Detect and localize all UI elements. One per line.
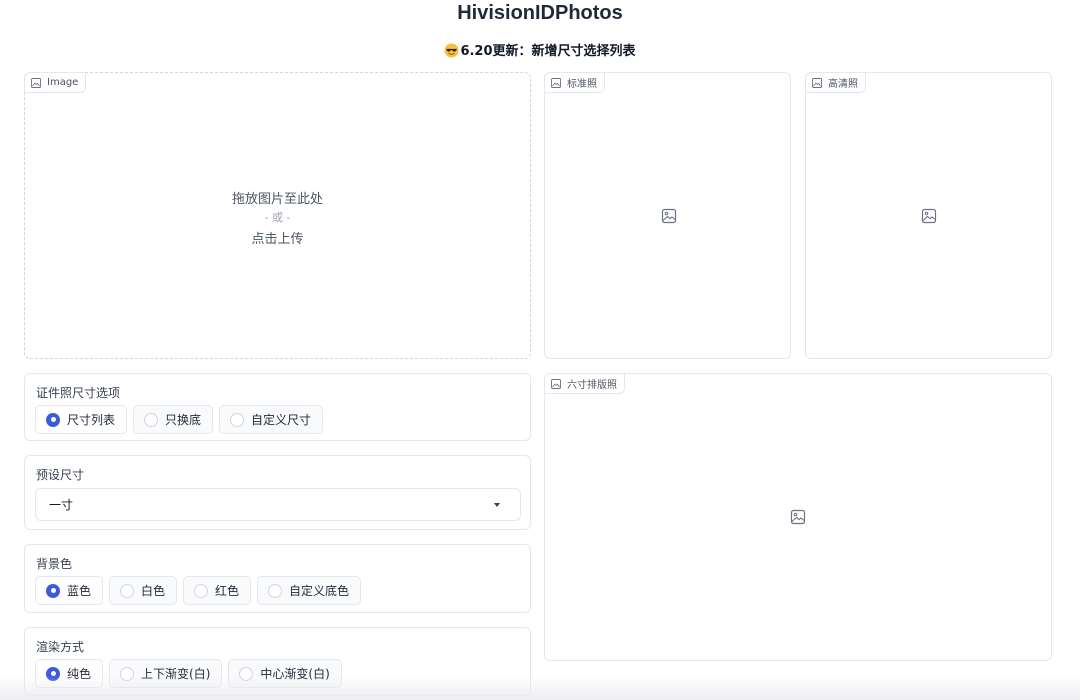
or-separator: - 或 -: [264, 211, 291, 224]
background-color-group: 背景色 蓝色 白色 红色 自定义底色: [24, 544, 531, 613]
hd-photo-label-text: 高清照: [828, 79, 858, 90]
drop-here-text: 拖放图片至此处: [231, 192, 323, 207]
radio-unchecked-icon: [239, 666, 254, 681]
radio-unchecked-icon: [120, 666, 135, 681]
image-placeholder-icon: [790, 509, 806, 525]
radio-checked-icon: [46, 583, 60, 598]
radio-red[interactable]: 红色: [183, 576, 252, 605]
image-icon: [812, 77, 822, 88]
radio-checked-icon: [46, 666, 60, 681]
radio-custom-color[interactable]: 自定义底色: [257, 576, 362, 605]
sunglasses-emoji-icon: [444, 43, 459, 58]
preset-size-group: 预设尺寸 一寸: [24, 455, 531, 530]
radio-label: 只换底: [165, 413, 202, 427]
radio-unchecked-icon: [144, 412, 159, 427]
render-mode-radios: 纯色 上下渐变(白) 中心渐变(白): [35, 659, 342, 688]
radio-center-gradient[interactable]: 中心渐变(白): [228, 659, 342, 688]
image-upload-label: Image: [24, 72, 87, 93]
radio-custom-size[interactable]: 自定义尺寸: [219, 405, 324, 434]
layout-photo-label: 六寸排版照: [544, 373, 625, 394]
image-icon: [551, 378, 561, 389]
radio-label: 尺寸列表: [67, 413, 116, 427]
radio-checked-icon: [46, 412, 60, 427]
radio-unchecked-icon: [120, 583, 135, 598]
standard-photo-label: 标准照: [544, 72, 605, 93]
image-icon: [31, 77, 41, 88]
image-upload-label-text: Image: [47, 77, 79, 88]
radio-label: 纯色: [67, 667, 92, 681]
preset-size-value: 一寸: [49, 498, 74, 512]
layout-photo-output: 六寸排版照: [544, 373, 1052, 661]
radio-label: 红色: [215, 584, 240, 598]
app-title: HivisionIDPhotos: [457, 2, 623, 24]
radio-label: 蓝色: [67, 584, 92, 598]
radio-vertical-gradient[interactable]: 上下渐变(白): [109, 659, 223, 688]
radio-label: 自定义尺寸: [251, 413, 312, 427]
background-color-radios: 蓝色 白色 红色 自定义底色: [35, 576, 362, 605]
dropdown-caret-icon: [494, 503, 500, 507]
radio-label: 自定义底色: [289, 584, 350, 598]
render-mode-label: 渲染方式: [36, 640, 85, 654]
render-mode-group: 渲染方式 纯色 上下渐变(白) 中心渐变(白): [24, 627, 531, 696]
background-color-label: 背景色: [36, 557, 73, 571]
layout-photo-label-text: 六寸排版照: [567, 380, 617, 391]
size-options-group: 证件照尺寸选项 尺寸列表 只换底 自定义尺寸: [24, 373, 531, 441]
size-options-radios: 尺寸列表 只换底 自定义尺寸: [35, 405, 324, 434]
radio-unchecked-icon: [194, 583, 209, 598]
radio-unchecked-icon: [268, 583, 283, 598]
radio-white[interactable]: 白色: [109, 576, 178, 605]
radio-solid[interactable]: 纯色: [35, 659, 104, 688]
update-note-text: 6.20更新：新增尺寸选择列表: [460, 44, 636, 59]
radio-label: 上下渐变(白): [141, 667, 211, 681]
size-options-label: 证件照尺寸选项: [36, 386, 121, 400]
image-upload-dropzone[interactable]: Image 拖放图片至此处 - 或 - 点击上传: [24, 72, 531, 359]
image-placeholder-icon: [921, 208, 937, 224]
image-icon: [551, 77, 561, 88]
update-note: 6.20更新：新增尺寸选择列表: [0, 40, 1080, 59]
hd-photo-output: 高清照: [805, 72, 1052, 359]
standard-photo-output: 标准照: [544, 72, 791, 359]
radio-size-list[interactable]: 尺寸列表: [35, 405, 128, 434]
radio-unchecked-icon: [230, 412, 245, 427]
hd-photo-label: 高清照: [805, 72, 866, 93]
radio-label: 中心渐变(白): [260, 667, 330, 681]
image-placeholder-icon: [661, 208, 677, 224]
preset-size-dropdown[interactable]: 一寸: [35, 488, 521, 521]
radio-label: 白色: [141, 584, 166, 598]
radio-blue[interactable]: 蓝色: [35, 576, 104, 605]
radio-change-background-only[interactable]: 只换底: [133, 405, 214, 434]
standard-photo-label-text: 标准照: [567, 79, 597, 90]
preset-size-label: 预设尺寸: [36, 468, 85, 482]
click-to-upload-text[interactable]: 点击上传: [25, 228, 530, 247]
